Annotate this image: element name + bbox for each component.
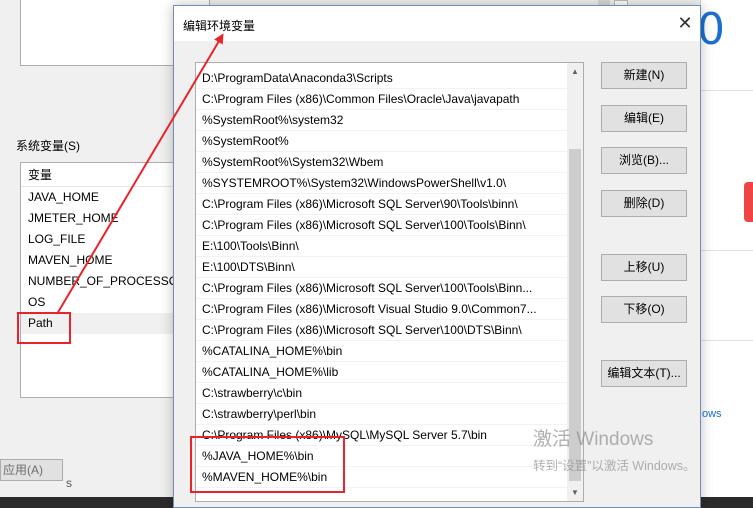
- list-item[interactable]: C:\Program Files (x86)\Microsoft SQL Ser…: [196, 194, 568, 215]
- dialog-title: 编辑环境变量: [183, 19, 256, 33]
- vertical-scrollbar[interactable]: ▲ ▼: [567, 63, 583, 501]
- new-button[interactable]: 新建(N): [601, 62, 687, 89]
- list-item[interactable]: C:\strawberry\perl\bin: [196, 404, 568, 425]
- edit-button[interactable]: 编辑(E): [601, 105, 687, 132]
- system-variables-group-label: 系统变量(S): [16, 139, 80, 153]
- list-item[interactable]: C:\Program Files (x86)\MySQL\MySQL Serve…: [196, 425, 568, 446]
- browse-button[interactable]: 浏览(B)...: [601, 147, 687, 174]
- move-down-button[interactable]: 下移(O): [601, 296, 687, 323]
- partial-button-text: s: [66, 476, 72, 490]
- delete-button[interactable]: 删除(D): [601, 190, 687, 217]
- scroll-up-icon[interactable]: ▲: [567, 63, 583, 80]
- list-item[interactable]: %SystemRoot%\system32: [196, 110, 568, 131]
- list-item-java-home[interactable]: %JAVA_HOME%\bin: [196, 446, 568, 467]
- close-icon[interactable]: ✕: [670, 6, 700, 41]
- list-item[interactable]: %CATALINA_HOME%\bin: [196, 341, 568, 362]
- background-settings-window: [700, 0, 753, 497]
- list-item[interactable]: D:\ProgramData\Anaconda3\Scripts: [196, 68, 568, 89]
- list-item[interactable]: C:\Program Files (x86)\Microsoft SQL Ser…: [196, 320, 568, 341]
- system-properties-window: 系统变量(S) 变量 JAVA_HOME JMETER_HOME LOG_FIL…: [0, 0, 210, 508]
- edit-text-button[interactable]: 编辑文本(T)...: [601, 360, 687, 387]
- scrollbar-thumb[interactable]: [569, 149, 581, 481]
- list-item[interactable]: E:\100\DTS\Binn\: [196, 257, 568, 278]
- list-item[interactable]: %SystemRoot%: [196, 131, 568, 152]
- path-entries-list[interactable]: D:\ProgramData\Anaconda3\Scripts C:\Prog…: [195, 62, 584, 502]
- list-item[interactable]: C:\Program Files (x86)\Microsoft SQL Ser…: [196, 215, 568, 236]
- divider: [701, 250, 753, 251]
- list-item[interactable]: %SYSTEMROOT%\System32\WindowsPowerShell\…: [196, 173, 568, 194]
- apply-button[interactable]: 应用(A): [0, 459, 63, 481]
- title-bar[interactable]: 编辑环境变量 ✕: [174, 6, 700, 41]
- move-up-button[interactable]: 上移(U): [601, 254, 687, 281]
- list-item[interactable]: C:\Program Files (x86)\Microsoft Visual …: [196, 299, 568, 320]
- partial-version-number: 0: [697, 4, 725, 55]
- list-item[interactable]: E:\100\Tools\Binn\: [196, 236, 568, 257]
- list-item[interactable]: C:\Program Files (x86)\Common Files\Orac…: [196, 89, 568, 110]
- list-item-maven-home[interactable]: %MAVEN_HOME%\bin: [196, 467, 568, 488]
- partial-link[interactable]: ows: [702, 408, 722, 420]
- divider: [701, 340, 753, 341]
- divider: [701, 90, 753, 91]
- edit-environment-variable-dialog: 编辑环境变量 ✕ D:\ProgramData\Anaconda3\Script…: [173, 5, 701, 508]
- list-item[interactable]: C:\Program Files (x86)\Microsoft SQL Ser…: [196, 278, 568, 299]
- list-item[interactable]: %CATALINA_HOME%\lib: [196, 362, 568, 383]
- scroll-down-icon[interactable]: ▼: [567, 484, 583, 501]
- list-item[interactable]: %SystemRoot%\System32\Wbem: [196, 152, 568, 173]
- decorative-image: [744, 182, 753, 222]
- list-item[interactable]: C:\strawberry\c\bin: [196, 383, 568, 404]
